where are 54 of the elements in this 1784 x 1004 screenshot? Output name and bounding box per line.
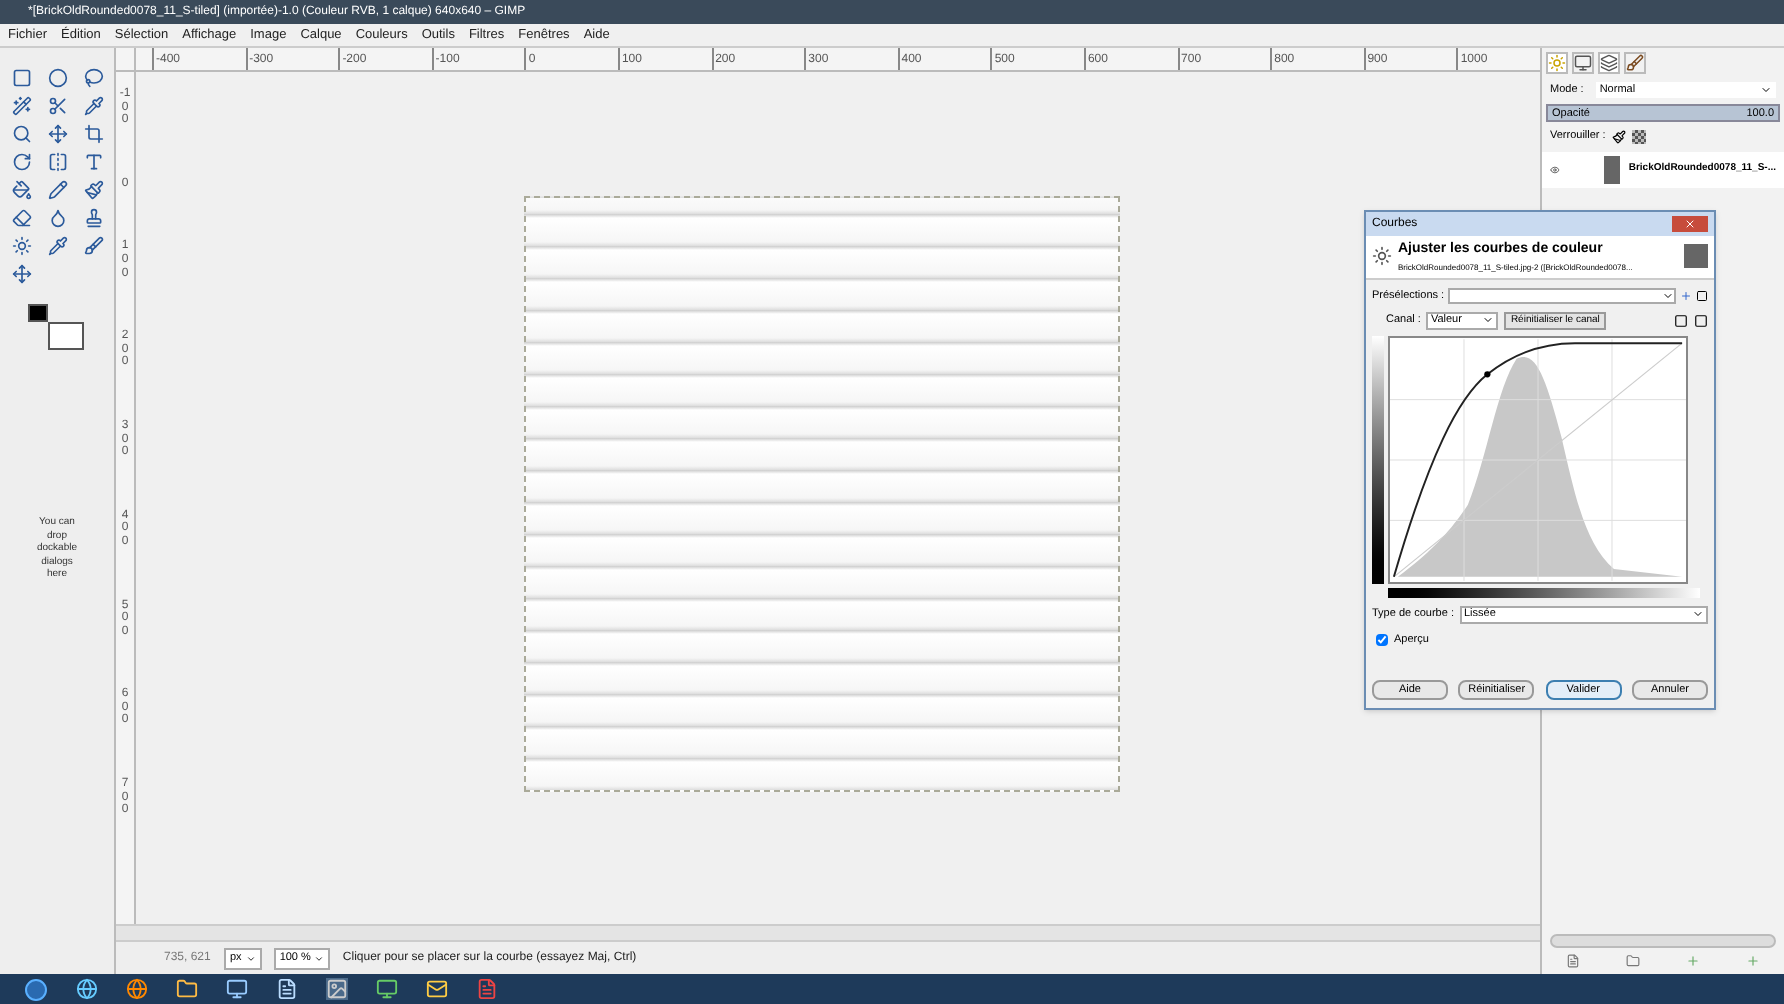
rotate-icon[interactable]: [11, 152, 31, 172]
rectangle-icon[interactable]: [11, 68, 31, 88]
text-tool-icon[interactable]: [83, 152, 103, 172]
brush-icon[interactable]: [83, 236, 103, 256]
layer-thumbnail: [1603, 155, 1621, 183]
foreground-color-swatch[interactable]: [27, 304, 47, 322]
mail-icon[interactable]: [426, 978, 448, 1000]
folder-icon[interactable]: [176, 978, 198, 1000]
paintbrush-icon[interactable]: [1611, 129, 1626, 144]
brush-tab-icon[interactable]: [1624, 52, 1646, 74]
move-icon[interactable]: [11, 264, 31, 284]
flip-icon[interactable]: [47, 152, 67, 172]
horizontal-scrollbar[interactable]: [116, 924, 1540, 940]
gimp-app-icon[interactable]: [326, 978, 348, 1000]
background-color-swatch[interactable]: [47, 322, 83, 350]
caret-icon: [1482, 314, 1495, 327]
image-thumbnail: [1684, 244, 1708, 269]
move-icon[interactable]: [47, 124, 67, 144]
pencil-icon[interactable]: [47, 180, 67, 200]
close-icon: [1684, 218, 1696, 230]
monitor-icon[interactable]: [376, 978, 398, 1000]
monitor-icon[interactable]: [226, 978, 248, 1000]
wand-icon[interactable]: [11, 96, 31, 116]
magnifier-icon[interactable]: [11, 124, 31, 144]
lasso-icon[interactable]: [83, 68, 103, 88]
eye-icon[interactable]: [1550, 161, 1560, 177]
folder-icon[interactable]: [1625, 954, 1640, 968]
browser-icon[interactable]: [76, 978, 98, 1000]
scissors-icon[interactable]: [47, 96, 67, 116]
crop-icon[interactable]: [83, 124, 103, 144]
pipette-icon[interactable]: [47, 236, 67, 256]
browser-icon[interactable]: [126, 978, 148, 1000]
caret-icon: [245, 953, 256, 963]
ellipse-icon[interactable]: [47, 68, 67, 88]
layers-tab-icon[interactable]: [1598, 52, 1620, 74]
bucket-icon[interactable]: [11, 180, 31, 200]
start-orb-icon[interactable]: [24, 977, 48, 1001]
pipette-icon[interactable]: [83, 96, 103, 116]
curves-icon: [1372, 246, 1392, 267]
new-layer-icon[interactable]: [1565, 954, 1580, 968]
sun-icon[interactable]: [11, 236, 31, 256]
checkerboard-icon[interactable]: [1631, 129, 1646, 144]
caret-icon: [1692, 608, 1704, 621]
caret-icon: [314, 953, 325, 963]
dock-scrollbar[interactable]: [1550, 934, 1776, 948]
eraser-icon[interactable]: [11, 208, 31, 228]
caret-icon: [1662, 289, 1674, 302]
droplet-icon[interactable]: [47, 208, 67, 228]
caret-icon: [1760, 84, 1772, 97]
device-tab-icon[interactable]: [1572, 52, 1594, 74]
stamp-icon[interactable]: [83, 208, 103, 228]
preview-checkbox[interactable]: [1376, 633, 1388, 646]
close-button[interactable]: [1672, 216, 1708, 232]
paintbrush-icon[interactable]: [83, 180, 103, 200]
